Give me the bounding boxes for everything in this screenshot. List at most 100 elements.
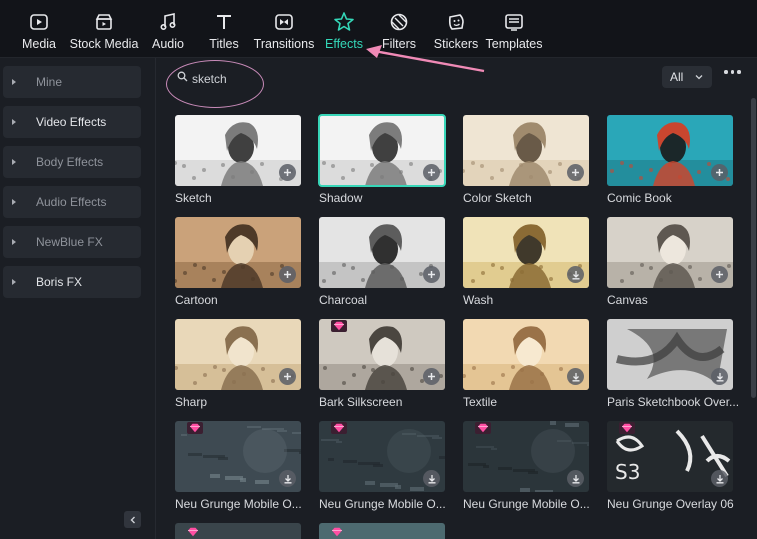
- effect-name: Textile: [463, 395, 498, 409]
- download-icon[interactable]: [711, 368, 728, 385]
- sidebar-item-label: Video Effects: [36, 115, 107, 129]
- collapse-sidebar-button[interactable]: [124, 511, 141, 528]
- premium-gem-icon: [619, 422, 635, 434]
- toolbar-label: Stock Media: [69, 37, 139, 51]
- filters-icon: [388, 11, 410, 33]
- sidebar-item-label: Boris FX: [36, 275, 83, 289]
- effect-name: Bark Silkscreen: [319, 395, 403, 409]
- effect-thumbnail[interactable]: [463, 115, 589, 186]
- sidebar-item-newblue-fx[interactable]: NewBlue FX: [3, 226, 141, 258]
- expand-arrow-icon: [12, 119, 16, 125]
- sidebar-item-label: Body Effects: [36, 155, 104, 169]
- effect-thumbnail[interactable]: [319, 421, 445, 492]
- sidebar-item-audio-effects[interactable]: Audio Effects: [3, 186, 141, 218]
- effects-sidebar: Mine Video Effects Body Effects Audio Ef…: [0, 58, 156, 539]
- effect-thumbnail[interactable]: [463, 319, 589, 390]
- add-icon[interactable]: [423, 164, 440, 181]
- add-icon[interactable]: [567, 164, 584, 181]
- download-icon[interactable]: [711, 470, 728, 487]
- download-icon[interactable]: [567, 266, 584, 283]
- effect-name: Charcoal: [319, 293, 368, 307]
- sidebar-item-boris-fx[interactable]: Boris FX: [3, 266, 141, 298]
- search-input[interactable]: [170, 67, 394, 91]
- chevron-down-icon: [695, 75, 703, 80]
- effect-thumbnail[interactable]: [319, 217, 445, 288]
- sidebar-item-label: Mine: [36, 75, 63, 89]
- download-icon[interactable]: [423, 470, 440, 487]
- toolbar-media[interactable]: Media: [20, 0, 58, 57]
- effects-star-icon: [333, 11, 355, 33]
- expand-arrow-icon: [12, 79, 16, 85]
- effect-name: Comic Book: [607, 191, 672, 205]
- partial-row: [156, 523, 751, 539]
- effect-thumbnail[interactable]: [175, 115, 301, 186]
- sidebar-item-label: Audio Effects: [36, 195, 107, 209]
- expand-arrow-icon: [12, 239, 16, 245]
- premium-gem-icon: [475, 422, 491, 434]
- toolbar-label: Media: [21, 37, 57, 51]
- toolbar-label: Effects: [325, 37, 363, 51]
- toolbar-titles[interactable]: Titles: [206, 0, 242, 57]
- more-options-button[interactable]: [724, 70, 741, 74]
- effect-name: Sketch: [175, 191, 212, 205]
- add-icon[interactable]: [279, 266, 296, 283]
- effect-thumbnail[interactable]: [607, 217, 733, 288]
- effect-thumbnail[interactable]: [607, 319, 733, 390]
- sidebar-item-mine[interactable]: Mine: [3, 66, 141, 98]
- svg-text:S3: S3: [615, 460, 640, 484]
- effect-thumbnail[interactable]: [463, 217, 589, 288]
- top-toolbar: Media Stock Media Audio Titles Transitio…: [0, 0, 757, 58]
- effect-thumbnail[interactable]: [175, 319, 301, 390]
- chevron-left-icon: [130, 516, 135, 523]
- effect-thumbnail[interactable]: S3: [607, 421, 733, 492]
- effect-name: Neu Grunge Overlay 06: [607, 497, 734, 511]
- effect-name: Color Sketch: [463, 191, 532, 205]
- effect-name: Wash: [463, 293, 494, 307]
- effect-name: Shadow: [319, 191, 363, 205]
- stickers-icon: [445, 11, 467, 33]
- toolbar-effects[interactable]: Effects: [325, 0, 363, 57]
- effect-thumbnail[interactable]: [175, 421, 301, 492]
- toolbar-stickers[interactable]: Stickers: [434, 0, 478, 57]
- download-icon[interactable]: [567, 470, 584, 487]
- effect-thumbnail[interactable]: [607, 115, 733, 186]
- effect-name: Paris Sketchbook Over...: [607, 395, 740, 409]
- add-icon[interactable]: [423, 266, 440, 283]
- effect-name: Neu Grunge Mobile O...: [175, 497, 302, 511]
- toolbar-templates[interactable]: Templates: [485, 0, 543, 57]
- titles-t-icon: [213, 11, 235, 33]
- toolbar-label: Audio: [152, 37, 184, 51]
- add-icon[interactable]: [279, 164, 296, 181]
- premium-gem-icon: [331, 422, 347, 434]
- effect-thumbnail[interactable]: [318, 114, 446, 187]
- premium-gem-icon: [331, 320, 347, 332]
- premium-gem-icon: [187, 422, 203, 434]
- toolbar-audio[interactable]: Audio: [150, 0, 186, 57]
- expand-arrow-icon: [12, 279, 16, 285]
- toolbar-transitions[interactable]: Transitions: [254, 0, 314, 57]
- effect-name: Canvas: [607, 293, 648, 307]
- sidebar-item-body-effects[interactable]: Body Effects: [3, 146, 141, 178]
- audio-note-icon: [157, 11, 179, 33]
- effect-name: Neu Grunge Mobile O...: [319, 497, 446, 511]
- grid-scrollbar[interactable]: [751, 98, 756, 398]
- toolbar-label: Titles: [209, 37, 239, 51]
- toolbar-label: Templates: [485, 37, 543, 51]
- transitions-icon: [273, 11, 295, 33]
- download-icon[interactable]: [279, 470, 296, 487]
- effect-thumbnail[interactable]: [463, 421, 589, 492]
- toolbar-label: Stickers: [433, 37, 479, 51]
- media-icon: [28, 11, 50, 33]
- effect-thumbnail[interactable]: [319, 319, 445, 390]
- add-icon[interactable]: [279, 368, 296, 385]
- sidebar-item-video-effects[interactable]: Video Effects: [3, 106, 141, 138]
- filter-dropdown[interactable]: All: [662, 66, 712, 88]
- effect-name: Cartoon: [175, 293, 218, 307]
- add-icon[interactable]: [711, 164, 728, 181]
- add-icon[interactable]: [423, 368, 440, 385]
- download-icon[interactable]: [567, 368, 584, 385]
- toolbar-filters[interactable]: Filters: [381, 0, 417, 57]
- effect-thumbnail[interactable]: [175, 217, 301, 288]
- toolbar-stock-media[interactable]: Stock Media: [69, 0, 139, 57]
- add-icon[interactable]: [711, 266, 728, 283]
